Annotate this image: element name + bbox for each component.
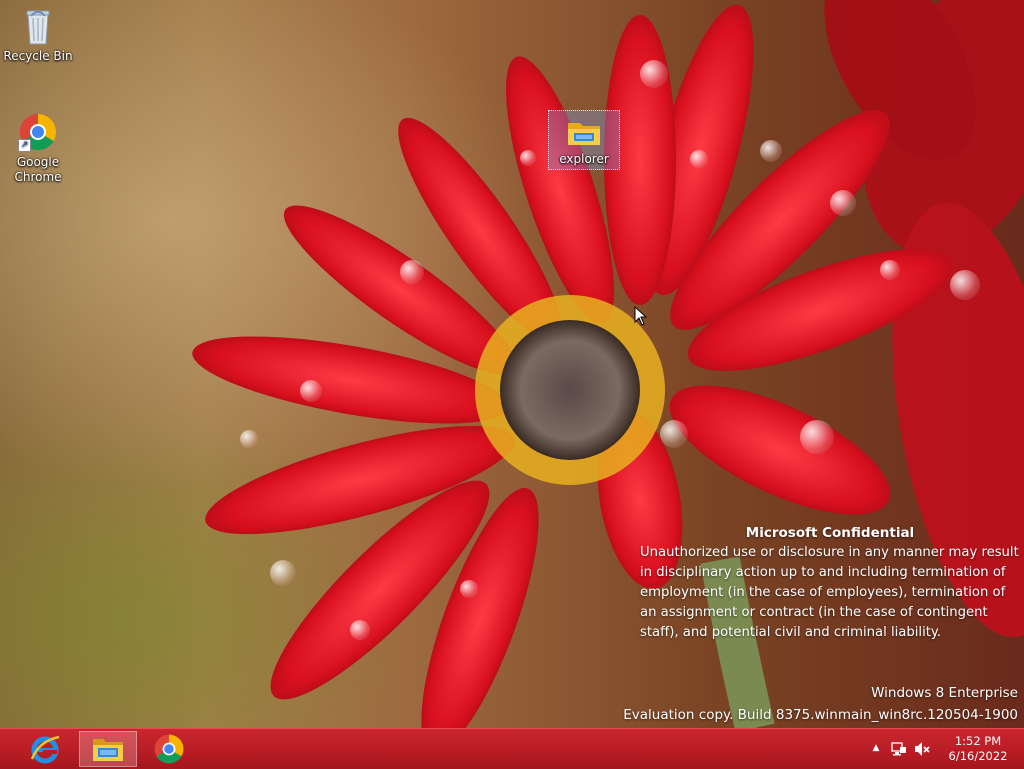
desktop-icon-label: Recycle Bin xyxy=(3,49,73,63)
folder-icon xyxy=(566,115,602,149)
water-drop xyxy=(690,150,708,168)
taskbar: ▲ 1:52 PM 6/16/2022 xyxy=(0,728,1024,769)
confidential-watermark: Microsoft Confidential Unauthorized use … xyxy=(640,523,1020,643)
desktop-icon-google-chrome[interactable]: ↗ Google Chrome xyxy=(3,112,73,185)
taskbar-internet-explorer[interactable] xyxy=(16,731,74,767)
desktop-wallpaper: Recycle Bin ↗ Google Chrome explorer Mic… xyxy=(0,0,1024,728)
water-drop xyxy=(830,190,856,216)
system-clock[interactable]: 1:52 PM 6/16/2022 xyxy=(942,734,1014,764)
internet-explorer-icon xyxy=(30,735,60,764)
watermark-line: employment (in the case of employees), t… xyxy=(640,585,1006,600)
recycle-bin-icon xyxy=(18,6,58,46)
water-drop xyxy=(800,420,834,454)
water-drop xyxy=(400,260,424,284)
desktop-icon-label: Google Chrome xyxy=(14,155,62,184)
clock-time: 1:52 PM xyxy=(954,734,1002,748)
water-drop xyxy=(660,420,688,448)
water-drop xyxy=(240,430,258,448)
watermark-line: Unauthorized use or disclosure in any ma… xyxy=(640,545,1019,560)
chrome-icon xyxy=(154,734,184,764)
water-drop xyxy=(270,560,296,586)
taskbar-file-explorer[interactable] xyxy=(79,731,137,767)
chrome-icon: ↗ xyxy=(18,112,58,152)
desktop-icon-recycle-bin[interactable]: Recycle Bin xyxy=(3,6,73,64)
watermark-line: in disciplinary action up to and includi… xyxy=(640,565,1006,580)
desktop-icon-explorer[interactable]: explorer xyxy=(548,110,620,170)
water-drop xyxy=(880,260,900,280)
volume-muted-icon[interactable] xyxy=(914,741,930,757)
network-icon[interactable] xyxy=(891,741,907,757)
watermark-line: staff), and potential civil and criminal… xyxy=(640,625,942,640)
build-info: Windows 8 Enterprise Evaluation copy. Bu… xyxy=(623,682,1018,726)
water-drop xyxy=(760,140,782,162)
water-drop xyxy=(640,60,668,88)
desktop-icon-label: explorer xyxy=(559,152,609,166)
mouse-cursor-icon xyxy=(634,306,648,326)
water-drop xyxy=(350,620,370,640)
water-drop xyxy=(460,580,478,598)
shortcut-arrow-icon: ↗ xyxy=(18,139,31,152)
show-hidden-icons-button[interactable]: ▲ xyxy=(868,740,884,756)
clock-date: 6/16/2022 xyxy=(948,749,1008,763)
watermark-title: Microsoft Confidential xyxy=(745,525,915,541)
watermark-line: an assignment or contract (in the case o… xyxy=(640,605,988,620)
taskbar-google-chrome[interactable] xyxy=(140,731,198,767)
water-drop xyxy=(950,270,980,300)
water-drop xyxy=(520,150,536,166)
build-label: Evaluation copy. Build 8375.winmain_win8… xyxy=(623,707,1018,723)
edition-label: Windows 8 Enterprise xyxy=(871,685,1018,701)
water-drop xyxy=(300,380,322,402)
file-explorer-icon xyxy=(93,739,123,761)
